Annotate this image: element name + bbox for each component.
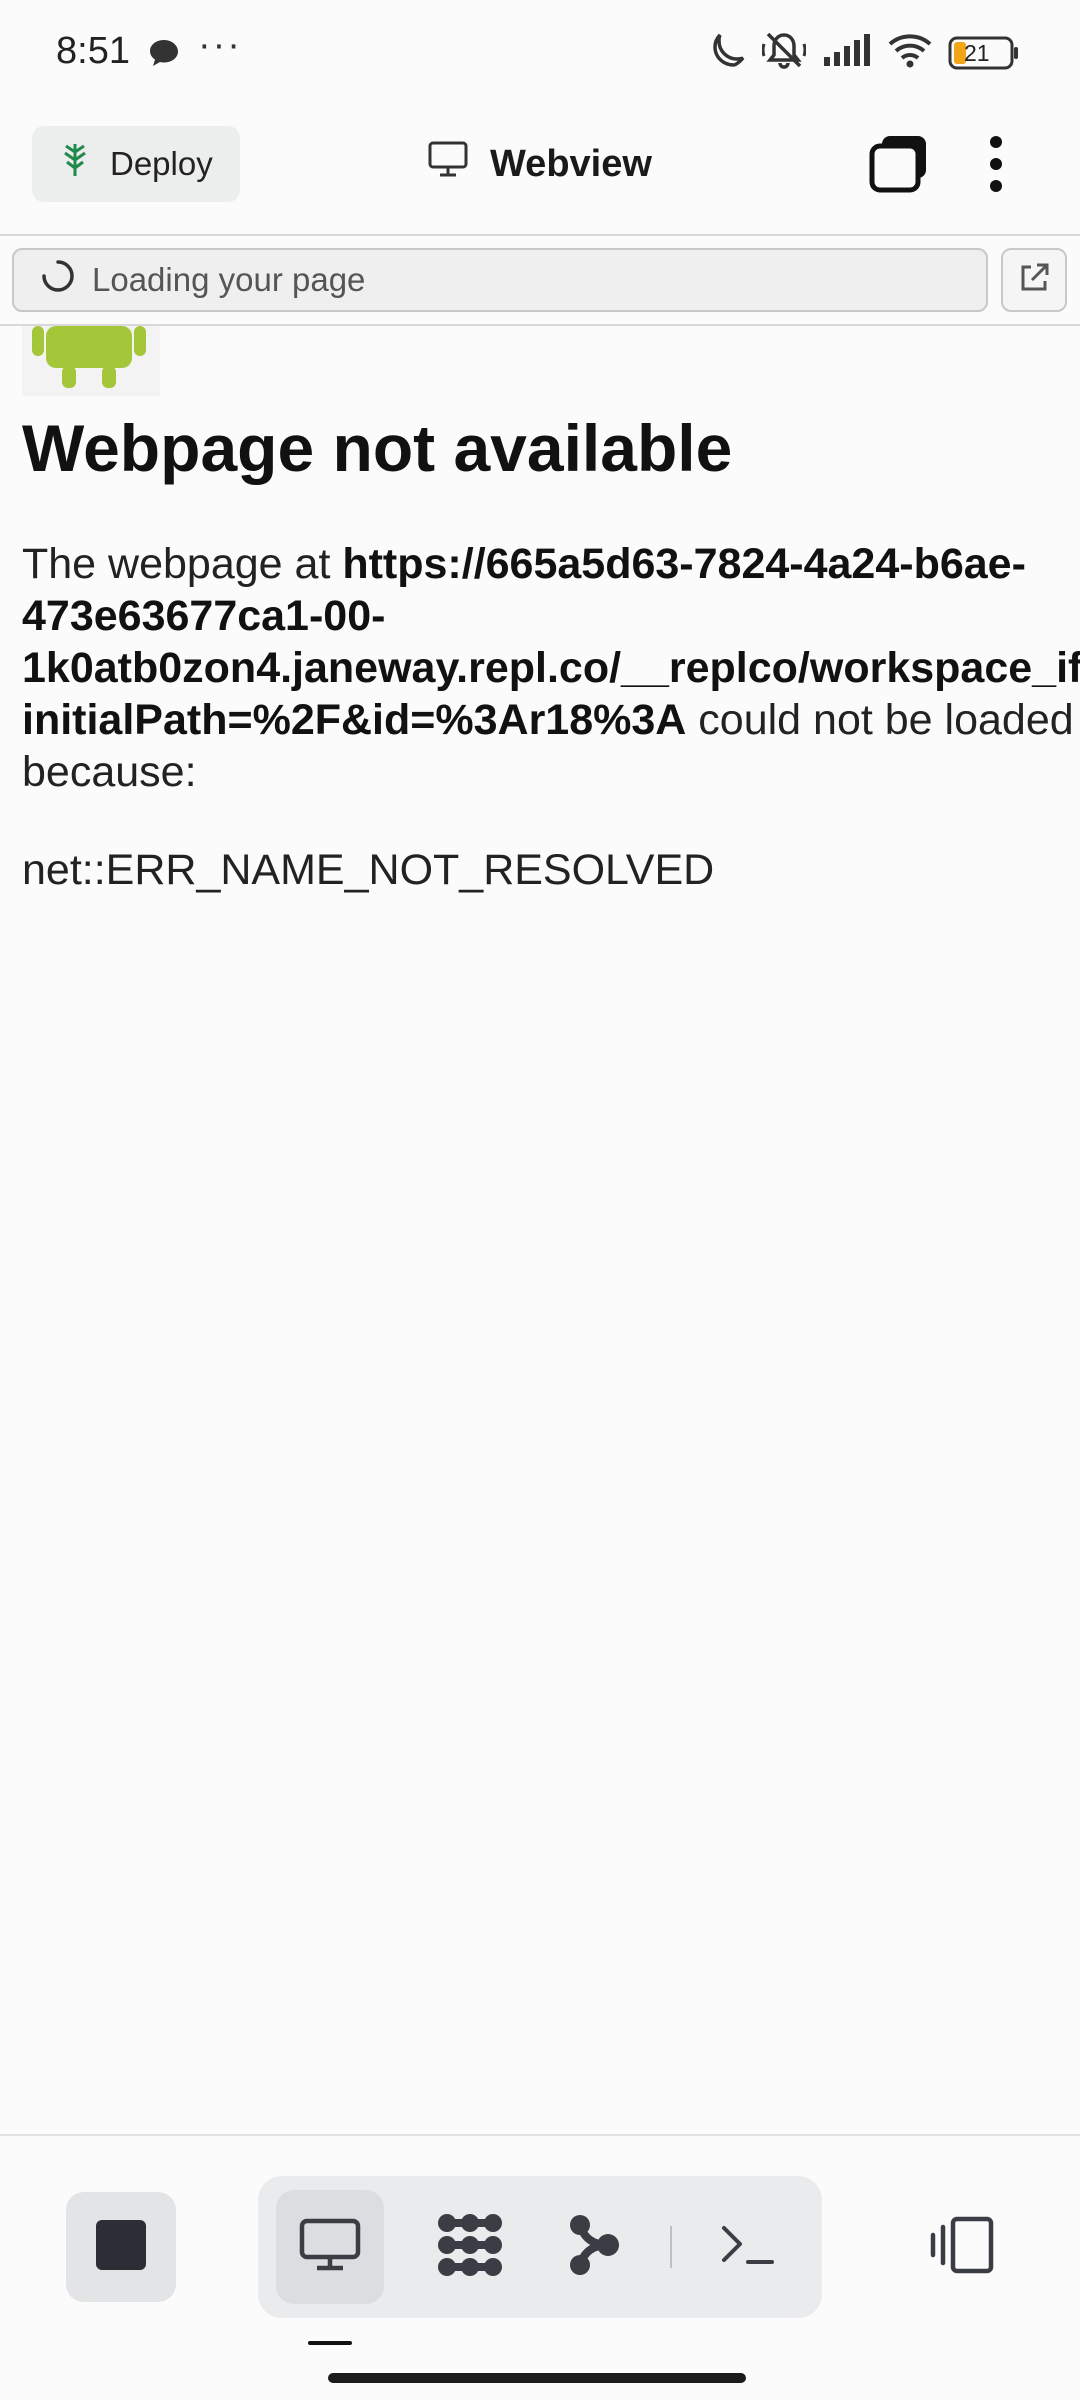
android-robot-image (22, 326, 160, 396)
git-branch-icon (566, 2213, 622, 2282)
status-more-dots: ··· (198, 24, 242, 66)
open-external-button[interactable] (1001, 248, 1067, 312)
active-tab-indicator (308, 2341, 352, 2345)
deploy-button[interactable]: Deploy (32, 126, 240, 202)
error-because: because: (22, 748, 197, 796)
status-icons: 21 (710, 30, 1020, 75)
error-intro: The webpage at (22, 540, 343, 588)
stop-button[interactable] (66, 2192, 176, 2302)
wifi-icon (888, 32, 932, 73)
header-divider (0, 234, 1080, 236)
terminal-prompt-icon (720, 2220, 776, 2275)
muted-bell-icon (761, 30, 807, 75)
external-link-icon (1017, 261, 1051, 300)
tab-console[interactable] (416, 2190, 524, 2304)
bottom-divider (0, 2134, 1080, 2136)
page-title: Webview (490, 142, 652, 185)
error-url-line-3: 1k0atb0zon4.janeway.repl.co/__replco/wor… (22, 644, 1080, 692)
signal-icon (822, 33, 872, 72)
status-bar: 8:51 ··· 21 (0, 0, 1080, 110)
battery-icon: 21 (948, 35, 1020, 71)
tab-divider (670, 2226, 672, 2268)
more-options-icon[interactable] (976, 130, 1016, 200)
address-bar[interactable]: Loading your page (12, 248, 988, 312)
monitor-icon (299, 2217, 361, 2278)
tab-shell[interactable] (694, 2190, 802, 2304)
status-time: 8:51 (56, 30, 130, 72)
error-url-line-4: initialPath=%2F&id=%3Ar18%3A (22, 696, 687, 744)
battery-level: 21 (964, 39, 990, 66)
stop-icon (96, 2219, 146, 2275)
moon-icon (710, 31, 746, 74)
loading-status-text: Loading your page (92, 261, 366, 298)
tabs-button[interactable] (868, 134, 932, 194)
webview-content: Webpage not available The webpage at htt… (0, 326, 1080, 2134)
tab-git[interactable] (540, 2190, 648, 2304)
deploy-tree-icon (60, 142, 90, 186)
workspace-dots-icon (435, 2213, 505, 2282)
error-after-url: could not be loaded (686, 696, 1074, 744)
webview-title: Webview (428, 140, 652, 188)
tab-webview[interactable] (276, 2190, 384, 2304)
error-code: net::ERR_NAME_NOT_RESOLVED (22, 846, 715, 894)
home-indicator[interactable] (328, 2373, 746, 2383)
device-rotate-icon (927, 2215, 997, 2280)
device-rotate-button[interactable] (912, 2190, 1012, 2304)
chat-bubble-icon (148, 38, 180, 73)
error-url-line-2: 473e63677ca1-00- (22, 592, 386, 640)
error-url-line-1: https://665a5d63-7824-4a24-b6ae- (342, 540, 1026, 588)
error-title: Webpage not available (22, 411, 733, 485)
error-message: The webpage at https://665a5d63-7824-4a2… (22, 538, 1080, 798)
deploy-label: Deploy (110, 145, 213, 182)
monitor-icon (428, 140, 468, 188)
loading-spinner-icon (40, 258, 76, 302)
